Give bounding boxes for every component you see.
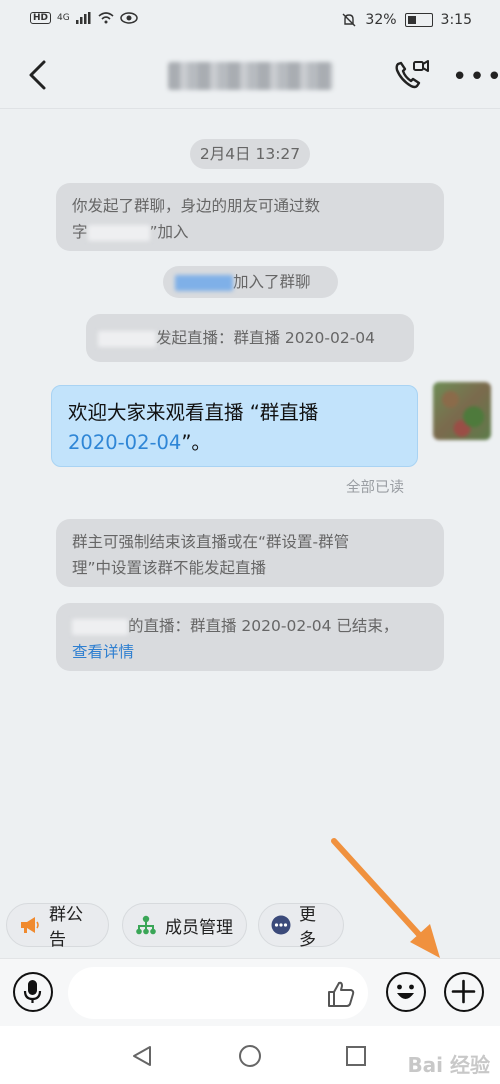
chat-title — [168, 62, 333, 90]
chip-label: 成员管理 — [165, 917, 233, 938]
read-status[interactable]: 全部已读 — [346, 476, 404, 497]
system-text: 理”中设置该群不能发起直播 — [72, 559, 267, 577]
system-navigation-bar: Bai 经验 — [0, 1026, 500, 1084]
message-link[interactable]: 2020-02-04 — [68, 431, 181, 454]
clock: 3:15 — [440, 12, 472, 28]
redacted-username — [98, 330, 156, 347]
emoji-button[interactable] — [386, 972, 426, 1012]
own-message-bubble[interactable]: 欢迎大家来观看直播 “群直播 2020-02-04”。 — [51, 385, 418, 467]
more-button[interactable]: 更多 — [258, 903, 344, 950]
system-message-live-started: 发起直播：群直播 2020-02-04 — [86, 314, 414, 362]
nav-recents-icon[interactable] — [344, 1044, 368, 1068]
message-text: ”。 — [181, 431, 211, 454]
hd-badge: HD — [30, 12, 52, 24]
signal-icon — [75, 12, 91, 24]
more-dots-icon — [271, 915, 291, 935]
org-tree-icon — [136, 915, 156, 935]
system-message-live-ended: 的直播：群直播 2020-02-04 已结束， 查看详情 — [56, 603, 444, 671]
wifi-icon — [98, 12, 114, 24]
redacted-username[interactable] — [175, 274, 233, 291]
redacted-code — [87, 224, 150, 241]
group-announcement-button[interactable]: 群公告 — [6, 903, 109, 950]
chip-label: 群公告 — [49, 905, 83, 950]
watermark-logo: Bai 经验 — [407, 1053, 490, 1077]
voice-input-button[interactable] — [13, 972, 53, 1012]
nav-home-icon[interactable] — [238, 1044, 262, 1068]
status-right: 32% 3:15 — [341, 12, 472, 28]
eye-icon — [119, 12, 138, 24]
add-attachment-button[interactable] — [444, 972, 484, 1012]
system-message-live-notice: 群主可强制结束该直播或在“群设置-群管 理”中设置该群不能发起直播 — [56, 519, 444, 587]
back-arrow-icon[interactable] — [22, 58, 56, 92]
megaphone-icon — [21, 917, 39, 933]
message-timestamp: 2月4日 13:27 — [190, 139, 310, 169]
view-details-link[interactable]: 查看详情 — [72, 643, 134, 661]
signal-label: 4G — [57, 13, 70, 23]
system-text: 加入了群聊 — [233, 273, 311, 291]
member-management-button[interactable]: 成员管理 — [122, 903, 247, 947]
redacted-username — [72, 618, 128, 635]
system-text: ”加入 — [149, 223, 189, 241]
system-text: 你发起了群聊，身边的朋友可通过数 — [72, 197, 321, 215]
chip-label: 更多 — [299, 905, 316, 950]
chat-header: ••• — [0, 40, 500, 110]
message-text: 欢迎大家来观看直播 “群直播 — [68, 401, 319, 424]
message-input[interactable] — [68, 967, 368, 1019]
system-text: 字 — [72, 223, 88, 241]
battery-percent: 32% — [365, 12, 397, 28]
mute-bell-icon — [342, 13, 356, 27]
video-call-icon[interactable] — [392, 58, 432, 92]
thumbs-up-icon[interactable] — [326, 979, 356, 1009]
system-message-joined: 加入了群聊 — [163, 266, 338, 298]
system-text: 群主可强制结束该直播或在“群设置-群管 — [72, 533, 350, 551]
header-divider — [0, 108, 500, 109]
smiley-icon — [397, 984, 414, 999]
microphone-icon — [23, 980, 42, 1003]
system-text: 发起直播：群直播 2020-02-04 — [156, 329, 376, 347]
more-options-button[interactable]: ••• — [452, 64, 500, 90]
system-message-group-created: 你发起了群聊，身边的朋友可通过数 字 ”加入 — [56, 183, 444, 251]
input-bar — [0, 958, 500, 1027]
nav-back-icon[interactable] — [130, 1044, 154, 1068]
system-text: 的直播：群直播 2020-02-04 已结束， — [128, 617, 399, 635]
status-bar: HD 4G 32% 3:15 — [0, 0, 500, 40]
battery-icon — [404, 13, 433, 27]
status-left: HD 4G — [30, 12, 138, 24]
plus-icon — [451, 979, 476, 1004]
avatar[interactable] — [433, 382, 491, 440]
